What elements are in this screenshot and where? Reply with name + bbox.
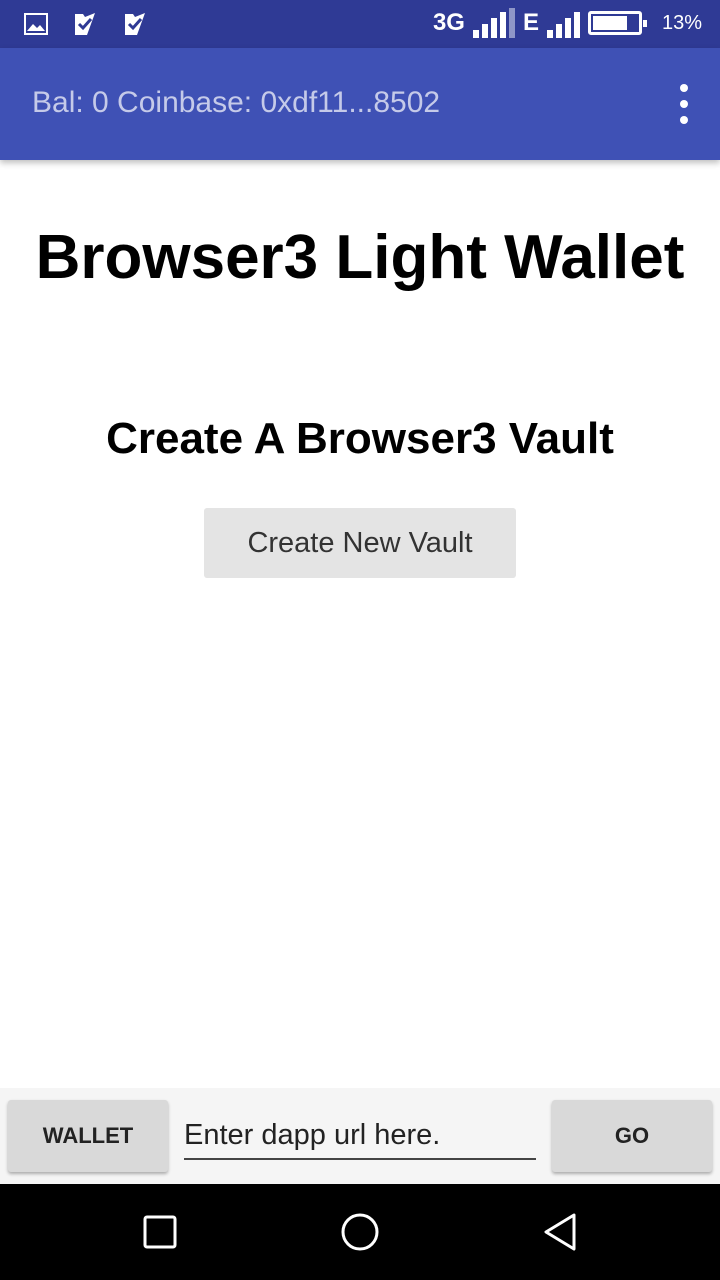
app-bar: Bal: 0 Coinbase: 0xdf11...8502 xyxy=(0,48,720,160)
bottom-bar: WALLET GO xyxy=(0,1088,720,1184)
battery-icon xyxy=(587,11,647,35)
home-icon[interactable] xyxy=(340,1212,380,1252)
dapp-url-input[interactable] xyxy=(184,1112,536,1160)
check-ticket-icon xyxy=(122,10,150,38)
wallet-button[interactable]: WALLET xyxy=(8,1100,168,1172)
back-icon[interactable] xyxy=(540,1212,580,1252)
notification-icons xyxy=(22,10,150,38)
system-status: 3G E 13% xyxy=(433,8,702,38)
page-title: Browser3 Light Wallet xyxy=(35,223,685,292)
signal-strength-icon xyxy=(472,8,515,38)
balance-coinbase-title: Bal: 0 Coinbase: 0xdf11...8502 xyxy=(32,86,441,119)
battery-percent: 13% xyxy=(661,11,702,34)
go-button[interactable]: GO xyxy=(552,1100,712,1172)
check-ticket-icon xyxy=(72,10,100,38)
network-type-label: 3G xyxy=(432,9,465,36)
status-bar: 3G E 13% xyxy=(0,0,720,48)
create-new-vault-button[interactable]: Create New Vault xyxy=(204,508,516,578)
recent-apps-icon[interactable] xyxy=(140,1212,180,1252)
more-vert-icon[interactable] xyxy=(672,84,696,124)
signal-strength-icon-2 xyxy=(546,8,580,38)
navigation-bar xyxy=(0,1184,720,1280)
image-icon xyxy=(22,10,50,38)
section-title: Create A Browser3 Vault xyxy=(106,414,614,463)
network-type-label-2: E xyxy=(522,9,539,36)
